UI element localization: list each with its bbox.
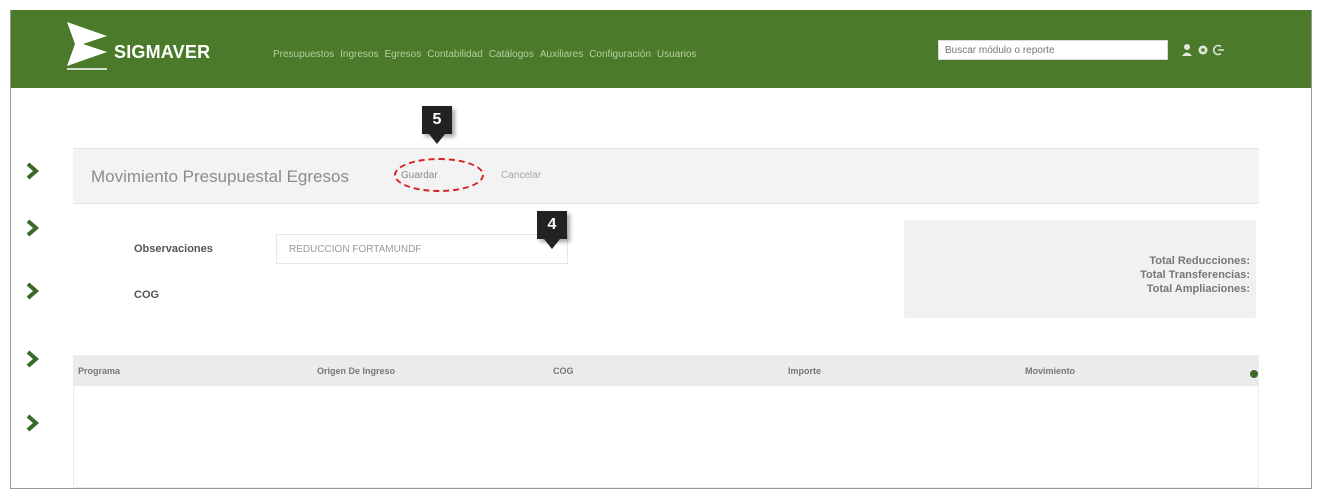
- top-navbar: SIGMAVER Presupuestos Ingresos Egresos C…: [11, 10, 1311, 88]
- sidebar-expand-icon[interactable]: [21, 348, 43, 370]
- panel-header: Movimiento Presupuestal Egresos Guardar …: [73, 148, 1259, 204]
- total-reducciones-label: Total Reducciones:: [1149, 255, 1250, 267]
- header-icons: [1181, 43, 1225, 57]
- totals-panel: Total Reducciones: Total Transferencias:…: [904, 220, 1256, 318]
- sidebar-expand-icon[interactable]: [21, 280, 43, 302]
- add-row-icon[interactable]: [1250, 370, 1258, 378]
- search-input[interactable]: [938, 40, 1168, 60]
- callout-pointer: [429, 134, 445, 144]
- main-nav: Presupuestos Ingresos Egresos Contabilid…: [273, 49, 696, 60]
- callout-badge-save: 5: [422, 106, 452, 134]
- logout-icon[interactable]: [1213, 43, 1225, 57]
- cog-label: COG: [134, 289, 160, 301]
- app-window: SIGMAVER Presupuestos Ingresos Egresos C…: [10, 10, 1312, 489]
- column-header-movimiento[interactable]: Movimiento: [1025, 366, 1075, 376]
- brand-name: SIGMAVER: [114, 42, 211, 62]
- nav-item-usuarios[interactable]: Usuarios: [657, 49, 696, 60]
- nav-item-contabilidad[interactable]: Contabilidad: [427, 49, 483, 60]
- column-header-importe[interactable]: Importe: [788, 366, 821, 376]
- page-title: Movimiento Presupuestal Egresos: [91, 167, 349, 186]
- movements-table: Programa Origen De Ingreso COG Importe M…: [73, 355, 1259, 488]
- column-header-programa[interactable]: Programa: [78, 366, 120, 376]
- settings-icon[interactable]: [1197, 43, 1209, 57]
- observaciones-label: Observaciones: [134, 243, 213, 255]
- callout-badge-observaciones: 4: [537, 211, 567, 239]
- table-header: Programa Origen De Ingreso COG Importe M…: [74, 356, 1258, 386]
- sigmaver-logo: [67, 22, 107, 70]
- sidebar-expand-icon[interactable]: [21, 412, 43, 434]
- nav-item-presupuestos[interactable]: Presupuestos: [273, 49, 334, 60]
- user-icon[interactable]: [1181, 43, 1193, 57]
- save-highlight-annotation: [394, 158, 484, 192]
- total-ampliaciones-label: Total Ampliaciones:: [1146, 283, 1250, 295]
- observaciones-field[interactable]: [276, 234, 568, 264]
- sidebar-expand-icon[interactable]: [21, 217, 43, 239]
- nav-item-ingresos[interactable]: Ingresos: [340, 49, 378, 60]
- column-header-cog[interactable]: COG: [553, 366, 574, 376]
- callout-pointer: [544, 239, 560, 249]
- total-transferencias-label: Total Transferencias:: [1140, 269, 1250, 281]
- cancel-button[interactable]: Cancelar: [501, 170, 541, 181]
- nav-item-auxiliares[interactable]: Auxiliares: [540, 49, 583, 60]
- nav-item-catalogos[interactable]: Catálogos: [489, 49, 534, 60]
- nav-item-egresos[interactable]: Egresos: [385, 49, 422, 60]
- sidebar-expand-icon[interactable]: [21, 160, 43, 182]
- column-header-origen[interactable]: Origen De Ingreso: [317, 366, 395, 376]
- nav-item-configuracion[interactable]: Configuración: [589, 49, 651, 60]
